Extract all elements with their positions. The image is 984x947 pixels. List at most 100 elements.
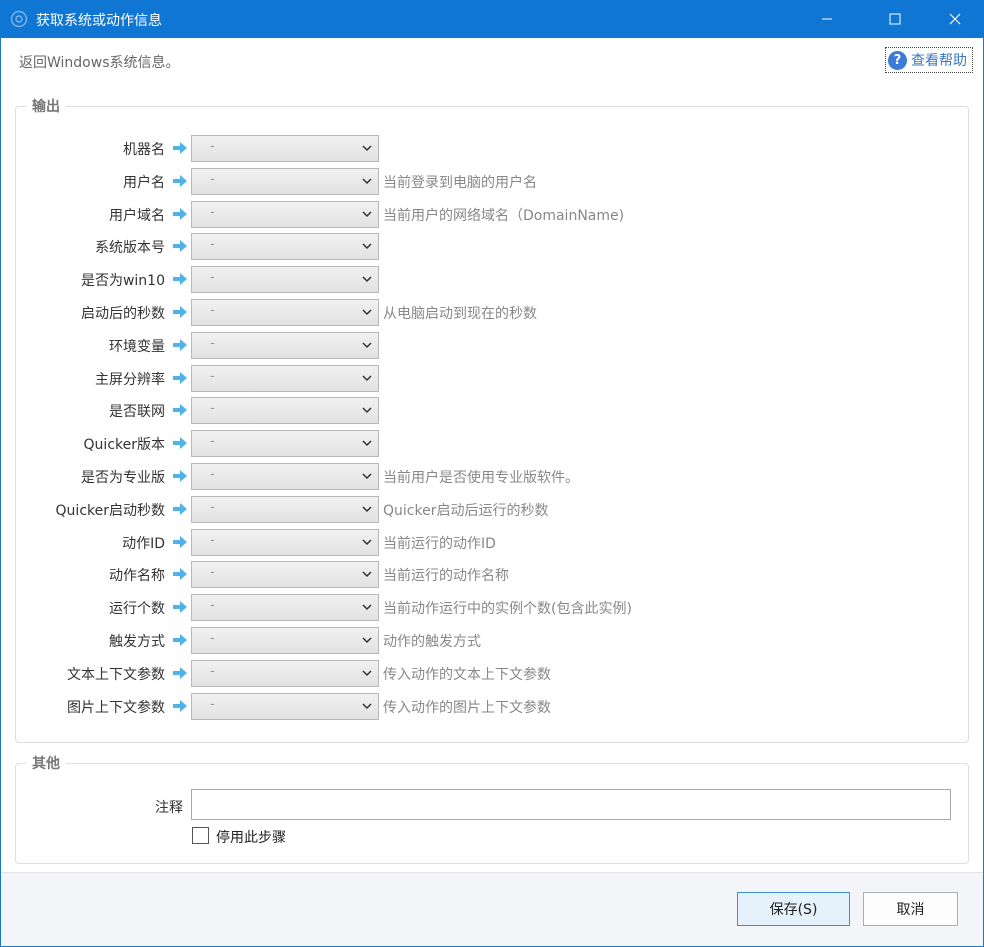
output-row: 是否联网 -: [0, 397, 984, 425]
variable-select-value: -: [210, 499, 215, 515]
output-row: 动作ID - 当前运行的动作ID: [0, 528, 984, 557]
variable-select-value: -: [210, 663, 215, 679]
output-hint: 当前运行的动作ID: [383, 535, 496, 552]
output-row: 用户名 - 当前登录到电脑的用户名: [0, 167, 984, 196]
output-row: 触发方式 - 动作的触发方式: [0, 627, 984, 655]
variable-select[interactable]: -: [191, 266, 379, 294]
variable-select[interactable]: -: [191, 627, 379, 654]
title-bar[interactable]: 获取系统或动作信息: [0, 0, 984, 38]
chevron-down-icon: [362, 670, 372, 676]
variable-select-value: -: [210, 139, 215, 154]
output-label: 动作ID: [122, 535, 165, 552]
chevron-down-icon: [362, 145, 372, 152]
help-label: 查看帮助: [911, 53, 967, 69]
output-label: 运行个数: [109, 601, 165, 618]
output-row: 文本上下文参数 - 传入动作的文本上下文参数: [0, 659, 984, 688]
minimize-button[interactable]: [804, 0, 850, 38]
output-row: 动作名称 - 当前运行的动作名称: [0, 561, 984, 589]
output-hint: 当前用户的网络域名（DomainName): [383, 207, 625, 224]
note-input[interactable]: [191, 789, 951, 820]
variable-select[interactable]: -: [191, 167, 379, 195]
variable-select-value: -: [210, 631, 215, 646]
arrow-right-icon: [173, 207, 187, 220]
arrow-right-icon: [173, 404, 187, 417]
other-group-title: 其他: [26, 753, 66, 773]
variable-select[interactable]: -: [191, 430, 379, 458]
variable-select[interactable]: -: [191, 692, 379, 720]
chevron-down-icon: [362, 243, 372, 250]
output-hint: 从电脑启动到现在的秒数: [383, 306, 537, 322]
variable-select[interactable]: -: [191, 299, 379, 326]
output-label: Quicker版本: [83, 437, 165, 454]
output-label: 系统版本号: [95, 240, 165, 257]
chevron-down-icon: [362, 276, 372, 283]
help-icon: ?: [888, 50, 907, 70]
chevron-down-icon: [362, 342, 372, 348]
output-hint: 当前登录到电脑的用户名: [383, 174, 537, 191]
output-label: 动作名称: [109, 568, 165, 585]
chevron-down-icon: [362, 375, 372, 381]
chevron-down-icon: [362, 178, 372, 184]
disable-step-label[interactable]: 停用此步骤: [216, 827, 286, 847]
output-hint: 当前动作运行中的实例个数(包含此实例): [383, 601, 632, 618]
variable-select-value: -: [210, 204, 215, 220]
variable-select-value: -: [210, 171, 215, 187]
output-label: 图片上下文参数: [67, 699, 165, 716]
help-link[interactable]: ? 查看帮助: [885, 47, 973, 73]
output-hint: 传入动作的文本上下文参数: [383, 666, 551, 683]
step-description: 返回Windows系统信息。: [19, 55, 180, 71]
output-label: 启动后的秒数: [81, 306, 165, 322]
output-hint: Quicker启动后运行的秒数: [383, 502, 549, 519]
variable-select-value: -: [210, 434, 215, 450]
arrow-right-icon: [173, 174, 187, 187]
variable-select-value: -: [210, 467, 215, 482]
variable-select[interactable]: -: [191, 528, 379, 556]
minimize-icon: [822, 18, 832, 20]
close-button[interactable]: [932, 0, 978, 38]
variable-select[interactable]: -: [191, 364, 379, 392]
output-row: Quicker版本 -: [0, 430, 984, 458]
chevron-down-icon: [362, 309, 372, 316]
variable-select[interactable]: -: [191, 200, 379, 228]
output-label: 主屏分辨率: [95, 371, 165, 388]
chevron-down-icon: [362, 539, 372, 545]
chevron-down-icon: [362, 637, 372, 644]
output-label: 机器名: [123, 142, 165, 158]
variable-select[interactable]: -: [191, 397, 379, 425]
variable-select[interactable]: -: [191, 135, 379, 162]
variable-select[interactable]: -: [191, 463, 379, 490]
output-row: 主屏分辨率 -: [0, 364, 984, 393]
output-row: Quicker启动秒数 - Quicker启动后运行的秒数: [0, 495, 984, 524]
variable-select-value: -: [210, 303, 215, 318]
arrow-right-icon: [173, 601, 187, 614]
chevron-down-icon: [362, 703, 372, 709]
save-button[interactable]: 保存(S): [737, 892, 850, 926]
variable-select[interactable]: -: [191, 495, 379, 523]
variable-select[interactable]: -: [191, 331, 379, 359]
arrow-right-icon: [173, 634, 187, 646]
variable-select[interactable]: -: [191, 561, 379, 589]
cancel-button[interactable]: 取消: [863, 892, 958, 926]
variable-select-value: -: [210, 565, 215, 581]
variable-select[interactable]: -: [191, 233, 379, 261]
maximize-button[interactable]: [872, 0, 918, 38]
output-label: 是否为win10: [80, 273, 165, 290]
disable-step-checkbox[interactable]: [192, 827, 209, 844]
chevron-down-icon: [362, 211, 372, 217]
output-row: 系统版本号 -: [0, 233, 984, 261]
arrow-right-icon: [173, 142, 187, 154]
window-title: 获取系统或动作信息: [36, 13, 162, 29]
maximize-icon: [889, 13, 901, 25]
variable-select-value: -: [210, 696, 215, 712]
variable-select[interactable]: -: [191, 594, 379, 622]
variable-select[interactable]: -: [191, 659, 379, 687]
output-row: 运行个数 - 当前动作运行中的实例个数(包含此实例): [0, 594, 984, 622]
output-row: 用户域名 - 当前用户的网络域名（DomainName): [0, 200, 984, 229]
output-label: 用户名: [123, 174, 165, 191]
variable-select-value: -: [210, 401, 215, 417]
chevron-down-icon: [362, 473, 372, 480]
chevron-down-icon: [362, 506, 372, 512]
output-hint: 当前用户是否使用专业版软件。: [383, 470, 579, 486]
note-label: 注释: [155, 800, 183, 816]
arrow-right-icon: [173, 568, 187, 581]
